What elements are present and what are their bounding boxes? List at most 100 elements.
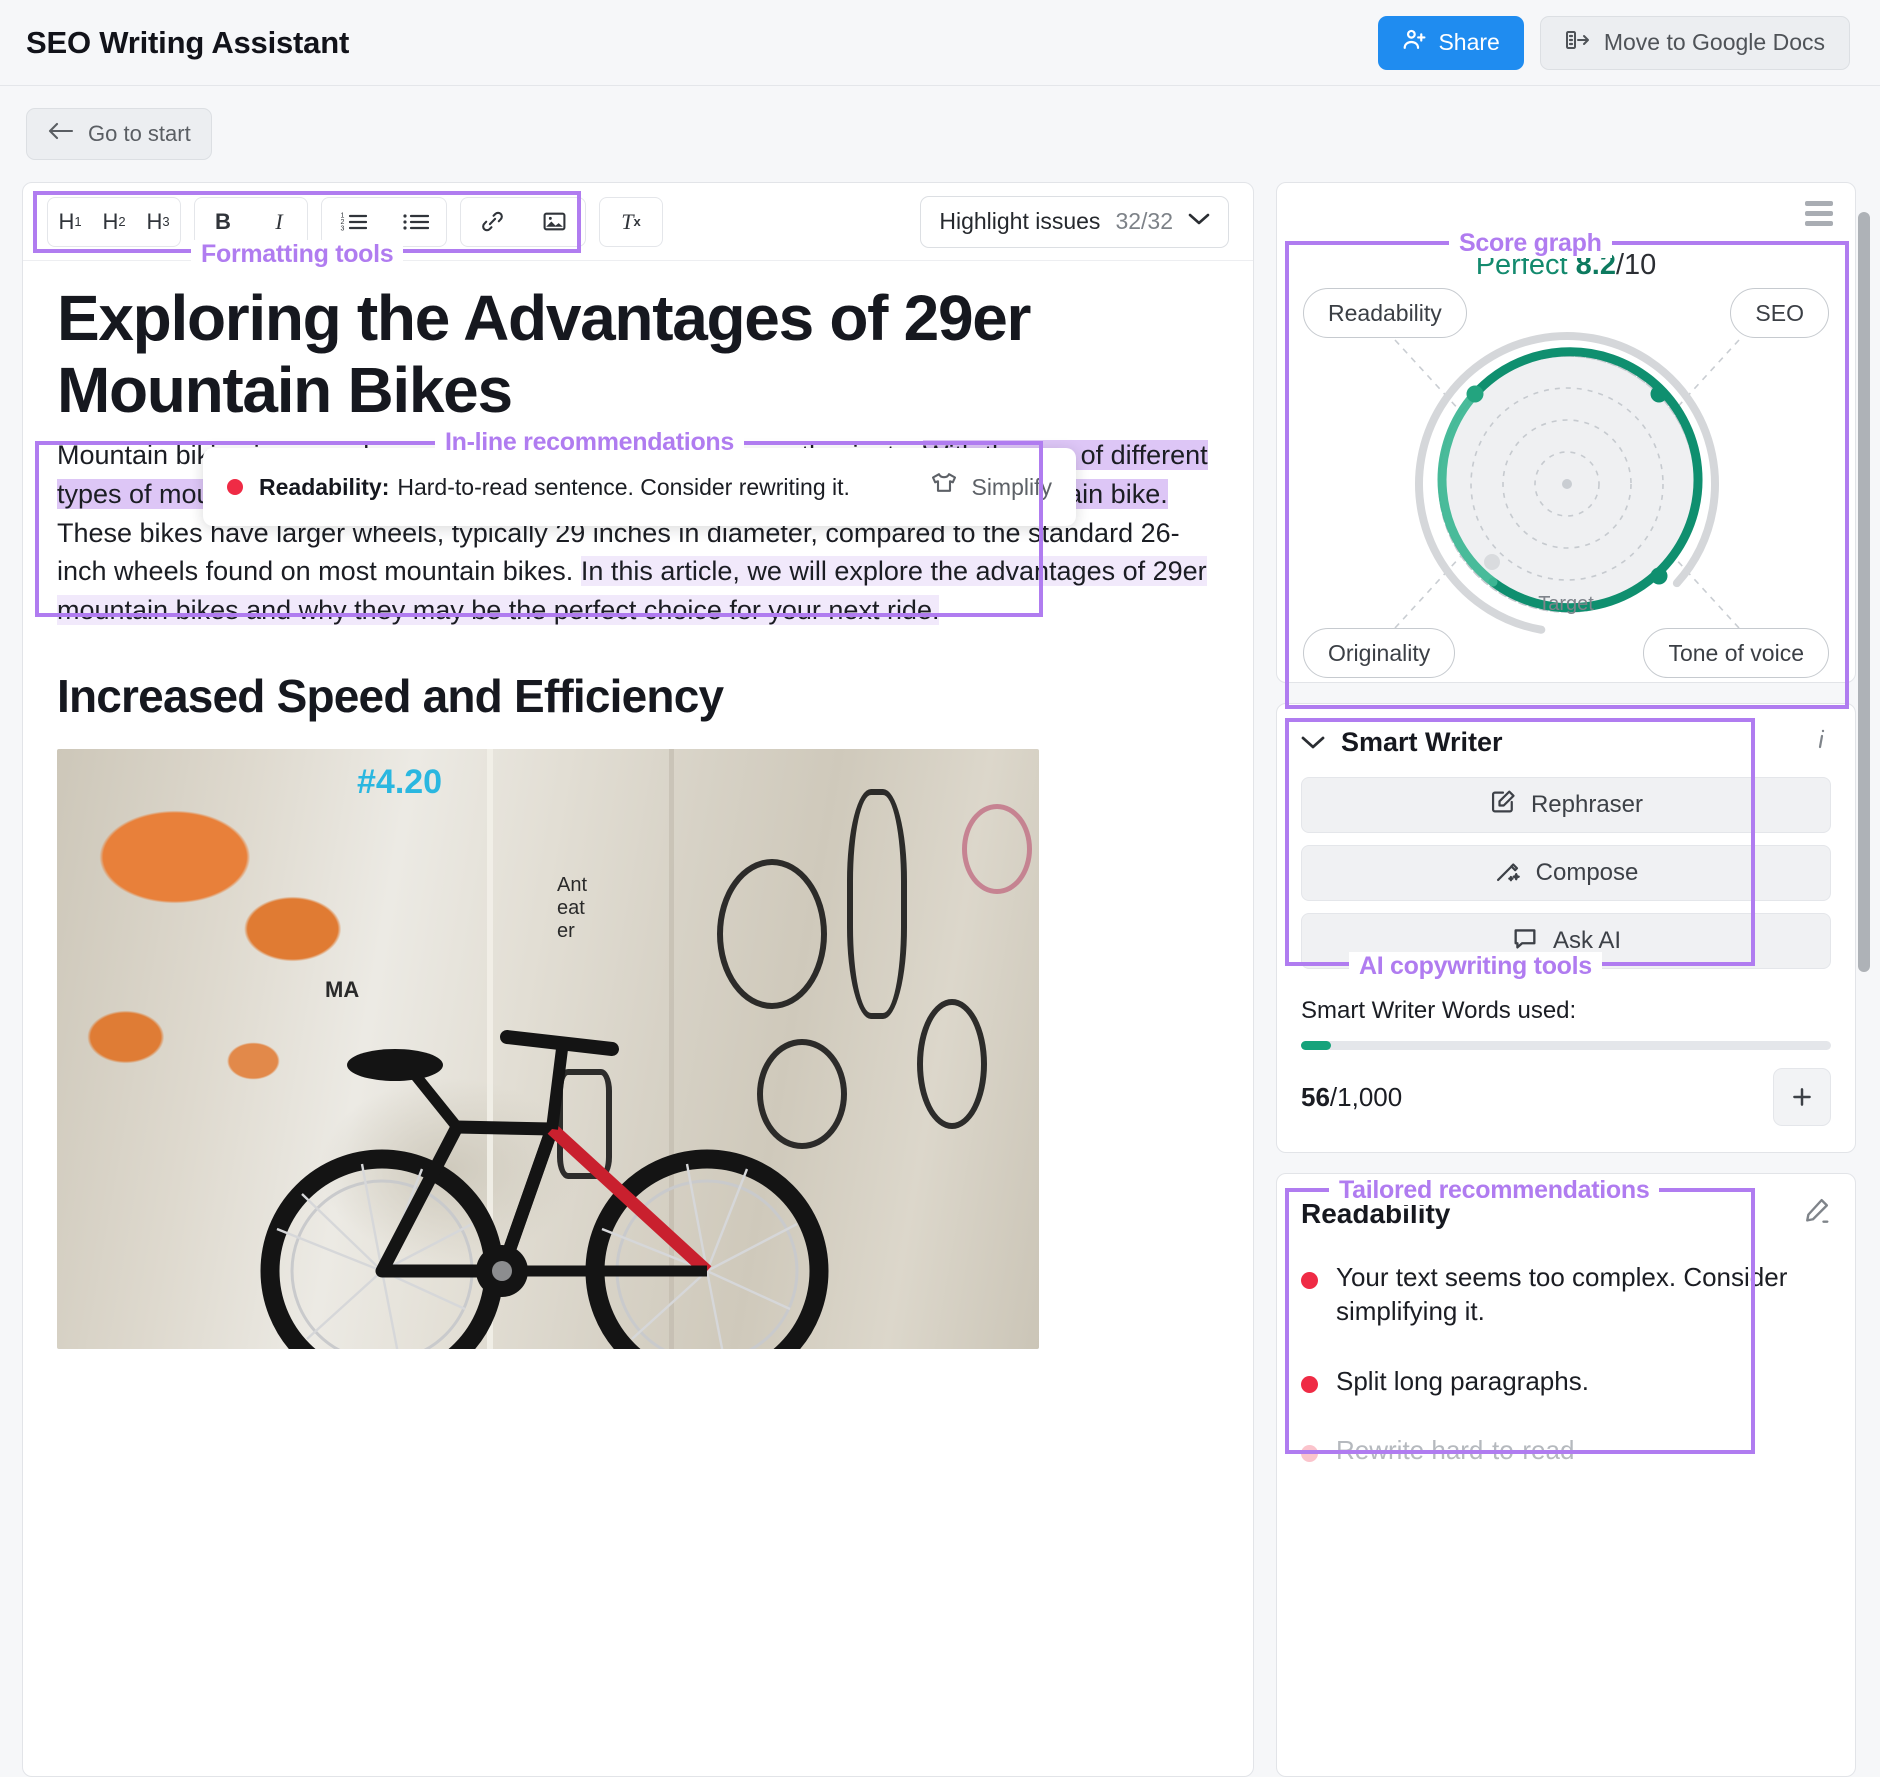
chevron-down-icon[interactable] [1301, 729, 1325, 757]
document-title[interactable]: Exploring the Advantages of 29er Mountai… [57, 282, 1219, 426]
issue-dot-icon [1301, 1272, 1318, 1289]
go-to-start-button[interactable]: Go to start [26, 108, 212, 160]
sidebar-menu-row [1277, 183, 1855, 243]
score-card: Perfect 8.2/10 Readability SEO Originali… [1276, 182, 1856, 709]
simplify-label: Simplify [971, 473, 1052, 500]
words-progress-fill [1301, 1041, 1331, 1050]
vertical-scrollbar[interactable] [1858, 212, 1870, 972]
recommendation-message: Hard-to-read sentence. Consider rewritin… [397, 473, 850, 500]
link-icon[interactable] [461, 198, 523, 246]
highlight-issues-label: Highlight issues [939, 208, 1101, 234]
magic-wand-icon [1494, 856, 1522, 891]
ordered-list-icon[interactable]: 1 2 3 [322, 198, 384, 246]
go-to-start-label: Go to start [88, 121, 191, 146]
move-to-google-docs-button[interactable]: Move to Google Docs [1539, 15, 1850, 70]
score-denominator: /10 [1615, 249, 1657, 281]
person-add-icon [1402, 27, 1427, 58]
rephraser-label: Rephraser [1530, 791, 1644, 818]
smart-writer-card: Smart Writer Rephraser Compose Ask AI Sm… [1276, 703, 1856, 1153]
score-radar-chart: Readability SEO Originality Tone of voic… [1277, 282, 1855, 682]
words-used: 56 [1301, 1081, 1330, 1112]
italic-button[interactable]: I [251, 198, 307, 246]
smart-writer-words-label: Smart Writer Words used: [1301, 997, 1577, 1024]
h1-sub: 1 [74, 214, 82, 229]
highlight-issues-count: 32/32 [1115, 208, 1173, 234]
add-words-button[interactable] [1773, 1068, 1831, 1126]
h2-sub: 2 [118, 214, 126, 229]
h1-label: H [58, 208, 75, 234]
ask-ai-label: Ask AI [1552, 927, 1622, 954]
document-body: Exploring the Advantages of 29er Mountai… [23, 261, 1253, 1350]
document-heading-2[interactable]: Increased Speed and Efficiency [57, 669, 1219, 723]
words-usage-row: 56/1,000 [1277, 1050, 1855, 1152]
compose-button[interactable]: Compose [1301, 845, 1831, 901]
clear-formatting-icon[interactable]: Tx [600, 198, 662, 246]
heading-2-button[interactable]: H2 [92, 198, 136, 246]
clear-format-group: Tx [599, 196, 663, 247]
compose-label: Compose [1535, 859, 1639, 886]
ask-ai-button[interactable]: Ask AI [1301, 913, 1831, 969]
clear-x: x [633, 214, 641, 229]
list-group: 1 2 3 [321, 196, 447, 247]
list-item[interactable]: Rewrite hard-to-read [1301, 1434, 1831, 1468]
editor-toolbar: H1 H2 H3 B I 1 2 3 T x Highlight issues … [23, 183, 1253, 261]
words-usage-text: 56/1,000 [1301, 1082, 1402, 1113]
tailored-recommendations-card: Readability Your text seems too complex.… [1276, 1173, 1856, 1777]
text-style-group: B I [194, 196, 308, 247]
pencil-icon[interactable] [1801, 1196, 1831, 1231]
editor-panel: H1 H2 H3 B I 1 2 3 T x Highlight issues … [22, 182, 1254, 1777]
simplify-shirt-icon [929, 471, 959, 503]
chevron-down-icon [1188, 212, 1210, 231]
h3-sub: 3 [162, 214, 170, 229]
simplify-button[interactable]: Simplify [929, 471, 1052, 503]
list-item[interactable]: Your text seems too complex. Consider si… [1301, 1261, 1831, 1329]
inline-recommendation-popup[interactable]: Readability: Hard-to-read sentence. Cons… [203, 448, 1076, 527]
smart-writer-header: Smart Writer [1277, 704, 1855, 765]
info-icon[interactable] [1811, 726, 1831, 759]
smart-writer-title: Smart Writer [1341, 727, 1503, 757]
svg-text:3: 3 [340, 225, 344, 232]
issue-dot-icon [1301, 1445, 1318, 1463]
share-button-label: Share [1438, 29, 1500, 55]
highlight-issues-dropdown[interactable]: Highlight issues 32/32 [920, 195, 1229, 248]
score-headline: Perfect 8.2/10 [1277, 243, 1855, 282]
list-item[interactable]: Split long paragraphs. [1301, 1365, 1831, 1399]
arrow-left-icon [47, 121, 74, 147]
document-image[interactable]: #4.20 MA Ant eat er [57, 749, 1039, 1350]
image-icon[interactable] [523, 198, 585, 246]
hamburger-menu-icon[interactable] [1805, 200, 1833, 226]
clear-t: T [621, 208, 634, 234]
target-label: Target [1538, 593, 1594, 615]
words-progress-bar [1301, 1041, 1831, 1050]
para-seg-a: Mountain [57, 440, 176, 471]
recommendation-category: Readability: [259, 473, 390, 500]
sidebar-panel: Perfect 8.2/10 Readability SEO Originali… [1276, 182, 1870, 1777]
issue-dot-icon [1301, 1375, 1318, 1393]
bold-button[interactable]: B [195, 198, 251, 246]
score-status: Perfect [1475, 249, 1568, 281]
heading-buttons-group: H1 H2 H3 [47, 196, 181, 247]
move-to-docs-label: Move to Google Docs [1603, 29, 1825, 55]
recommendation-text: Rewrite hard-to-read [1336, 1435, 1575, 1466]
heading-1-button[interactable]: H1 [48, 198, 92, 246]
formatting-tools-group: H1 H2 H3 B I 1 2 3 T x [47, 196, 663, 247]
main-area: H1 H2 H3 B I 1 2 3 T x Highlight issues … [0, 182, 1880, 1777]
top-bar-actions: Share Move to Google Docs [1378, 15, 1850, 70]
tailored-header: Readability [1277, 1174, 1855, 1231]
rephraser-button[interactable]: Rephraser [1301, 777, 1831, 833]
page-title: SEO Writing Assistant [26, 24, 350, 60]
h3-label: H [146, 208, 163, 234]
top-bar: SEO Writing Assistant Share Move to Goog… [0, 0, 1880, 86]
recommendation-text: Split long paragraphs. [1336, 1365, 1589, 1396]
tailored-list: Your text seems too complex. Consider si… [1277, 1231, 1855, 1468]
chat-bubble-icon [1511, 924, 1539, 959]
issue-dot-icon [227, 479, 243, 496]
heading-3-button[interactable]: H3 [136, 198, 180, 246]
edit-square-icon [1489, 788, 1517, 823]
bulleted-list-icon[interactable] [384, 198, 446, 246]
recommendation-text: Your text seems too complex. Consider si… [1336, 1262, 1788, 1326]
share-button[interactable]: Share [1378, 15, 1524, 70]
insert-group [460, 196, 586, 247]
h2-label: H [102, 208, 119, 234]
tailored-title: Readability [1301, 1197, 1451, 1229]
